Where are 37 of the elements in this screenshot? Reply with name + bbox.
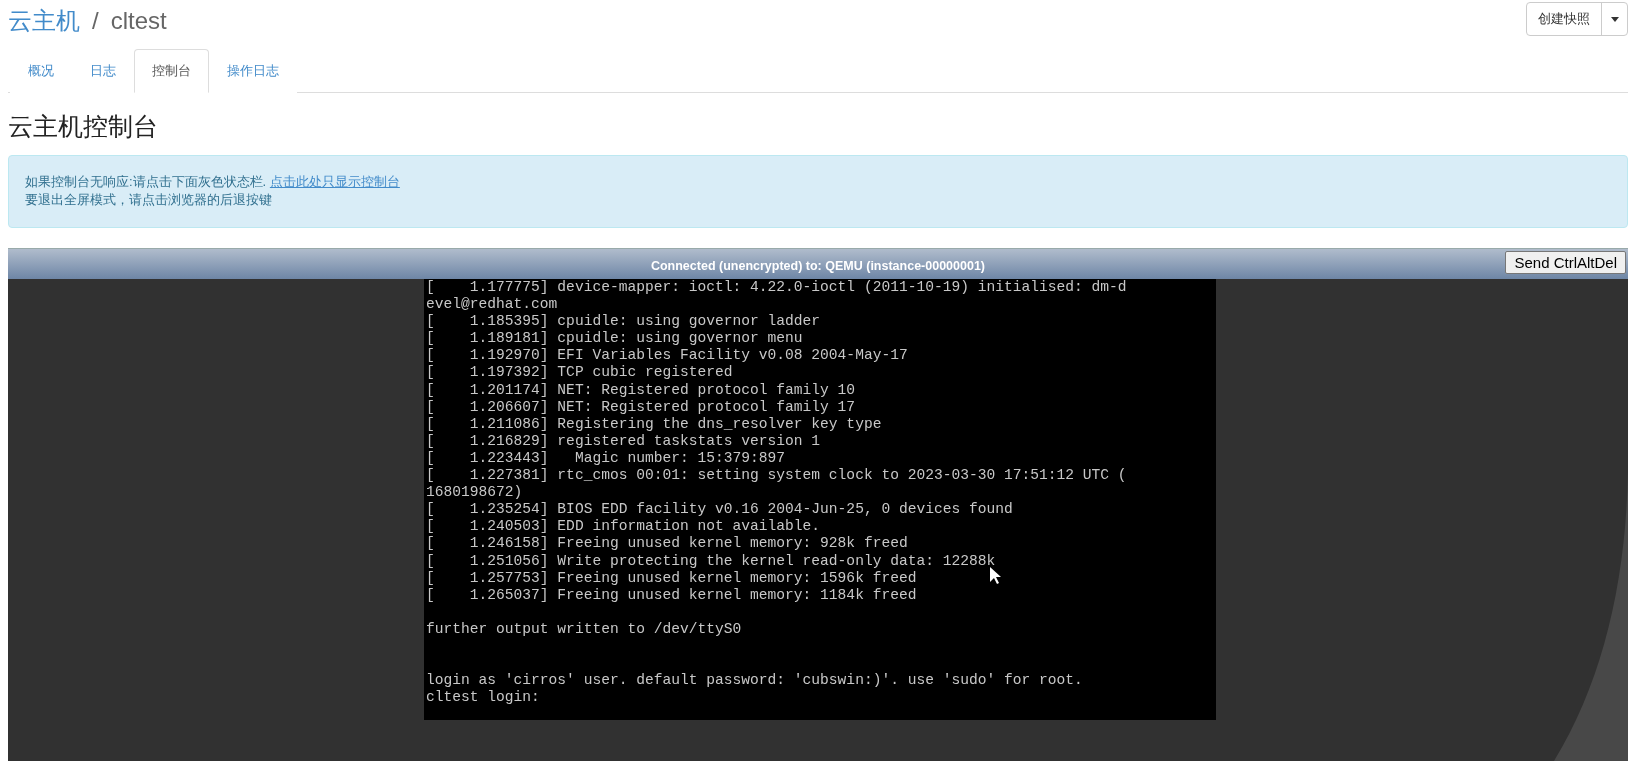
- terminal-line: [ 1.251056] Write protecting the kernel read-only data: 12288k: [426, 552, 996, 570]
- terminal-line: 1680198672): [426, 484, 523, 502]
- page-heading: 云主机控制台: [8, 111, 159, 142]
- terminal-line: [ 1.197392] TCP cubic registered: [426, 364, 733, 382]
- terminal-line: [ 1.185395] cpuidle: using governor ladder: [426, 313, 821, 331]
- terminal-line: [ 1.227381] rtc_cmos 00:01: setting system clock to 2023-03-30 17:51:12 UTC (: [426, 467, 1127, 485]
- terminal-line: cltest login:: [426, 689, 540, 707]
- terminal-line: [ 1.265037] Freeing unused kernel memory: 1184k freed: [426, 586, 917, 604]
- terminal-line: login as 'cirros' user. default password: 'cubswin:)'. use 'sudo' for root.: [426, 672, 1083, 690]
- terminal-line: [ 1.240503] EDD information not available.: [426, 518, 821, 536]
- connection-status: Connected (unencrypted) to: QEMU (instance-00000001): [650, 257, 986, 273]
- terminal[interactable]: [424, 279, 1216, 720]
- terminal-line: evel@redhat.com: [426, 296, 558, 314]
- terminal-line: [ 1.216829] registered taskstats version 1: [426, 432, 821, 450]
- terminal-line: [ 1.235254] BIOS EDD facility v0.16 2004-Jun-25, 0 devices found: [426, 501, 1013, 519]
- mouse-pointer-icon: [990, 567, 1002, 584]
- create-snapshot-button[interactable]: 创建快照: [1527, 3, 1601, 35]
- terminal-line: further output written to /dev/ttyS0: [426, 620, 742, 638]
- breadcrumb-link[interactable]: 云主机: [8, 5, 80, 37]
- console-only-link[interactable]: 点击此处只显示控制台: [269, 174, 400, 189]
- terminal-line: [ 1.192970] EFI Variables Facility v0.08 2004-May-17: [426, 347, 908, 365]
- terminal-line: [ 1.246158] Freeing unused kernel memory: 928k freed: [426, 535, 908, 553]
- terminal-line: [ 1.177775] device-mapper: ioctl: 4.22.0-ioctl (2011-10-19) initialised: dm-d: [426, 279, 1127, 297]
- alert-text: 要退出全屏模式，请点击浏览器的后退按键: [25, 191, 273, 209]
- caret-icon: [1610, 16, 1619, 22]
- terminal-line: [ 1.189181] cpuidle: using governor menu: [426, 330, 803, 348]
- alert-text: 如果控制台无响应:请点击下面灰色状态栏.: [25, 174, 267, 189]
- terminal-line: [ 1.201174] NET: Registered protocol family 10: [426, 381, 856, 399]
- breadcrumb-current: cltest: [110, 7, 167, 35]
- tab[interactable]: 控制台: [134, 49, 209, 93]
- breadcrumb-separator: /: [92, 7, 99, 35]
- terminal-line: [ 1.223443] Magic number: 15:379:897: [426, 449, 786, 468]
- terminal-line: [ 1.257753] Freeing unused kernel memory: 1596k freed: [426, 569, 917, 587]
- terminal-line: [ 1.211086] Registering the dns_resolver key type: [426, 415, 882, 433]
- console-status-bar[interactable]: Connected (unencrypted) to: QEMU (instance-00000001) Send CtrlAltDel: [8, 248, 1628, 279]
- terminal-line: [ 1.206607] NET: Registered protocol family 17: [426, 398, 856, 416]
- send-ctrl-alt-del-button[interactable]: Send CtrlAltDel: [1505, 251, 1626, 274]
